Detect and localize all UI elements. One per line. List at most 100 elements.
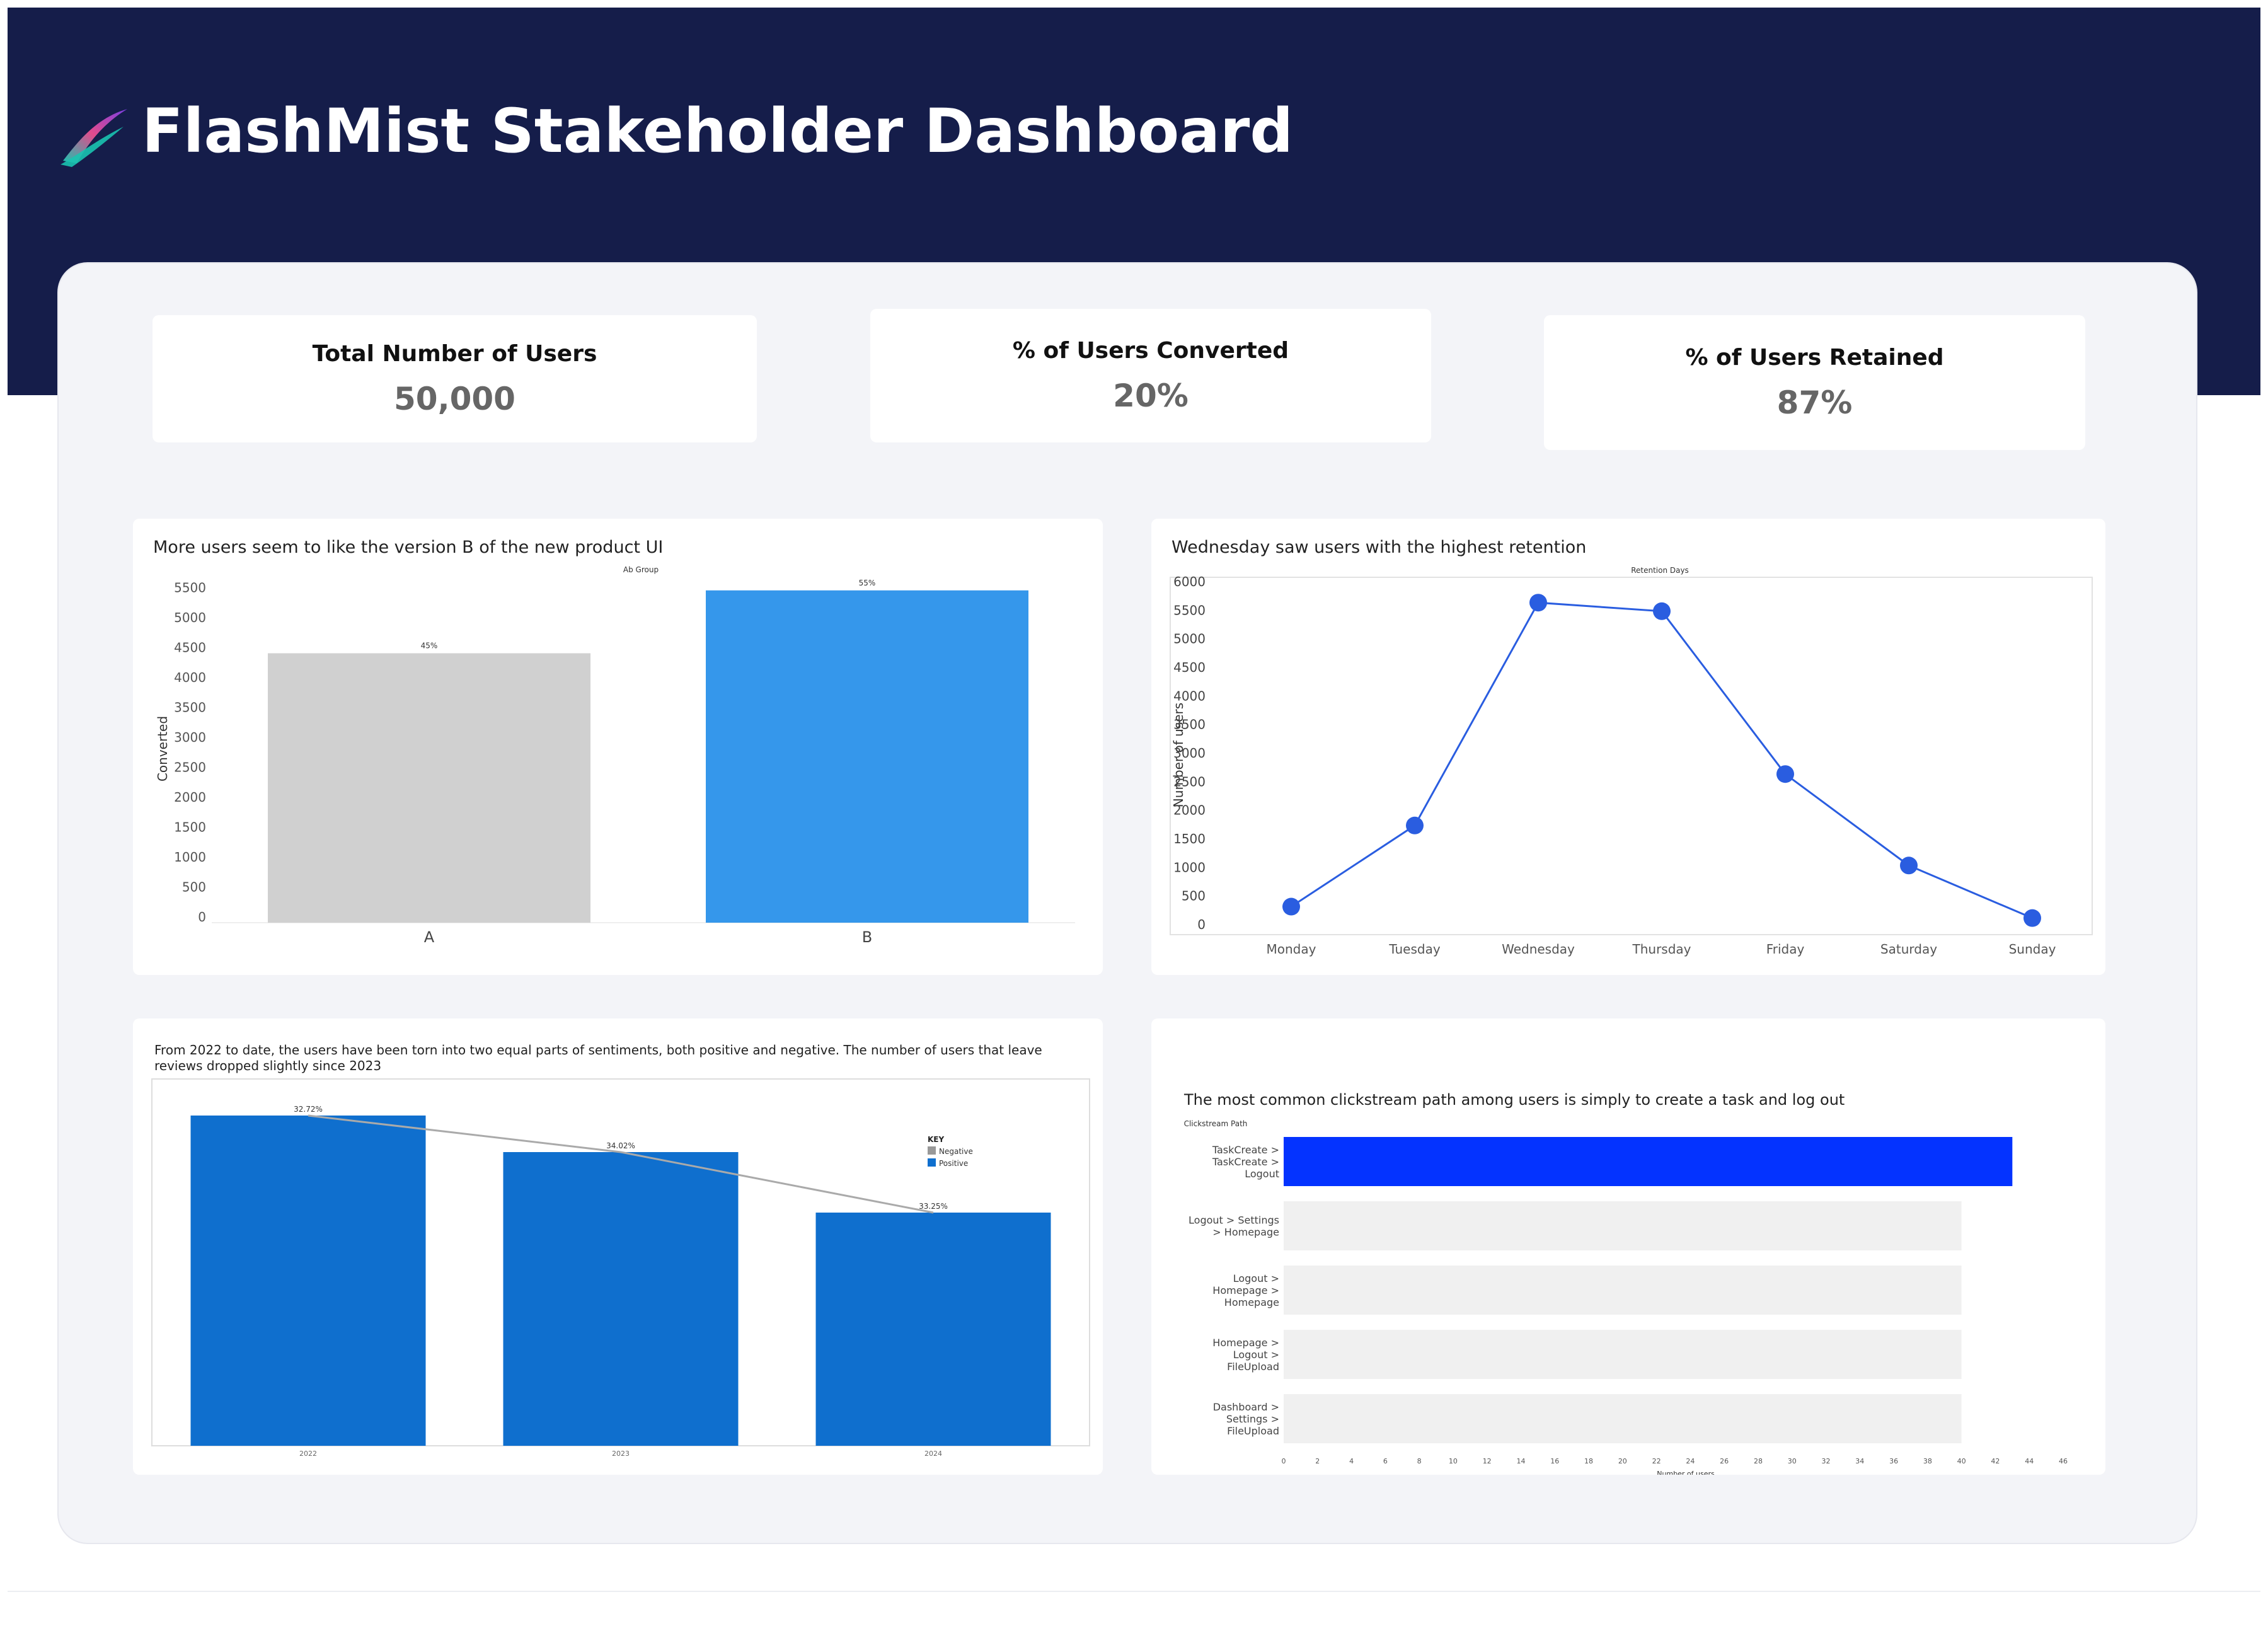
legend-swatch-positive	[928, 1158, 936, 1167]
legend-label-negative: Negative	[939, 1147, 973, 1156]
x-tick-label: 16	[1550, 1457, 1559, 1465]
y-tick-label: 5000	[174, 610, 206, 625]
kpi-label: % of Users Retained	[1685, 344, 1944, 371]
x-tick-label: 46	[2059, 1457, 2068, 1465]
y-tick-label: Homepage >	[1212, 1284, 1279, 1296]
bar-2022	[190, 1116, 426, 1446]
y-tick-label: Homepage	[1224, 1296, 1279, 1308]
chart-legend: KEY Negative Positive	[928, 1135, 973, 1168]
x-tick-label: 38	[1923, 1457, 1932, 1465]
y-tick-label: TaskCreate >	[1212, 1144, 1279, 1156]
y-tick-label: Dashboard >	[1213, 1401, 1279, 1413]
x-tick-label: Thursday	[1632, 942, 1691, 957]
x-tick-label: A	[424, 928, 435, 946]
data-point-tuesday	[1406, 816, 1424, 834]
bar-2023	[503, 1152, 739, 1446]
retention-series-line	[1291, 601, 2033, 920]
x-tick-label: Sunday	[2009, 942, 2056, 957]
kpi-value: 20%	[1113, 377, 1189, 414]
x-tick-label: 12	[1483, 1457, 1492, 1465]
data-point-saturday	[1900, 856, 1918, 875]
x-tick-label: Friday	[1766, 942, 1805, 957]
y-tick-label: 1000	[174, 850, 206, 865]
clickstream-bar-chart: Clickstream Path TaskCreate >TaskCreate …	[1184, 1119, 2068, 1475]
x-tick-label: 22	[1652, 1457, 1661, 1465]
y-tick-label: 500	[1182, 889, 1206, 904]
data-point-monday	[1282, 897, 1300, 916]
x-tick-label: Saturday	[1880, 942, 1937, 957]
y-tick-label: Logout > Settings	[1189, 1214, 1279, 1226]
x-tick-label: 14	[1516, 1457, 1525, 1465]
y-tick-label: 2000	[174, 790, 206, 805]
y-tick-label: 3000	[174, 730, 206, 745]
bar-A	[268, 653, 590, 923]
x-tick-label: 8	[1417, 1457, 1422, 1465]
x-tick-label: 24	[1686, 1457, 1695, 1465]
x-tick-label: 40	[1957, 1457, 1966, 1465]
x-tick-label: 44	[2025, 1457, 2034, 1465]
x-tick-label: 28	[1754, 1457, 1763, 1465]
y-tick-label: 0	[198, 909, 206, 925]
y-tick-label: TaskCreate >	[1212, 1156, 1279, 1168]
y-tick-label: Settings >	[1226, 1413, 1279, 1425]
legend-title: KEY	[928, 1135, 944, 1144]
y-tick-label: 5500	[1173, 603, 1206, 618]
y-tick-label: 5500	[174, 580, 206, 596]
x-tick-label: 6	[1383, 1457, 1388, 1465]
x-tick-label: Wednesday	[1502, 942, 1575, 957]
kpi-total-users: Total Number of Users 50,000	[153, 315, 757, 442]
kpi-value: 87%	[1776, 384, 1853, 421]
y-tick-label: 5000	[1173, 632, 1206, 647]
kpi-label: Total Number of Users	[312, 340, 597, 367]
x-tick-label: 20	[1618, 1457, 1627, 1465]
y-tick-label: 6000	[1173, 574, 1206, 589]
data-point-wednesday	[1529, 594, 1547, 612]
y-tick-label: 1500	[174, 820, 206, 835]
clickstream-chart-card: The most common clickstream path among u…	[1151, 1018, 2105, 1475]
y-tick-label: 1000	[1173, 860, 1206, 875]
flashmist-swoosh-icon	[60, 109, 127, 167]
y-tick-label: 4500	[174, 640, 206, 655]
y-tick-label: 500	[182, 880, 206, 895]
legend-label-positive: Positive	[939, 1159, 968, 1168]
bar-path-2	[1284, 1201, 1962, 1250]
x-tick-label: 36	[1889, 1457, 1898, 1465]
bar-path-5	[1284, 1394, 1962, 1443]
x-tick-label: Monday	[1267, 942, 1316, 957]
page-title: FlashMist Stakeholder Dashboard	[142, 96, 1294, 166]
x-tick-label: 30	[1788, 1457, 1797, 1465]
retention-chart-card: Wednesday saw users with the highest ret…	[1151, 519, 2105, 975]
kpi-users-retained: % of Users Retained 87%	[1544, 315, 2085, 450]
y-tick-label: Logout >	[1233, 1272, 1279, 1284]
data-point-friday	[1776, 765, 1794, 783]
ab-test-bar-chart: Ab Group Converted 0 500 1000 1500 2000 2500 3…	[155, 565, 1075, 946]
y-tick-label: Logout >	[1233, 1349, 1279, 1361]
x-tick-label: 42	[1991, 1457, 2000, 1465]
bar-2024	[815, 1213, 1051, 1446]
x-tick-label: B	[862, 928, 872, 946]
bar-path-3	[1284, 1266, 1962, 1315]
y-tick-label: 3500	[1173, 717, 1206, 732]
sentiment-chart-card: From 2022 to date, the users have been t…	[133, 1018, 1103, 1475]
x-tick-label: 2	[1315, 1457, 1320, 1465]
sentiment-bar-chart: 32.72% 2022 34.02% 2023 33.25% 2024 KEY Negat…	[151, 1078, 1090, 1458]
y-tick-label: 4500	[1173, 660, 1206, 675]
x-tick-label: 2022	[299, 1450, 317, 1458]
y-tick-label: 2500	[1173, 774, 1206, 789]
y-tick-label: FileUpload	[1227, 1425, 1279, 1437]
x-tick-label: 34	[1855, 1457, 1864, 1465]
data-point-thursday	[1653, 602, 1671, 620]
bar-B	[706, 590, 1028, 923]
x-tick-label: 26	[1720, 1457, 1729, 1465]
x-tick-label: 0	[1282, 1457, 1286, 1465]
y-tick-label: 3000	[1173, 746, 1206, 761]
legend-swatch-negative	[928, 1146, 936, 1155]
x-tick-label: 2023	[612, 1450, 630, 1458]
x-tick-label: 4	[1349, 1457, 1354, 1465]
bar-data-label: 55%	[859, 579, 876, 587]
y-tick-label: 2500	[174, 760, 206, 775]
plot-area	[1170, 577, 2093, 935]
y-tick-label: Homepage >	[1212, 1337, 1279, 1349]
ab-test-chart-card: More users seem to like the version B of…	[133, 519, 1103, 975]
divider	[8, 1591, 2260, 1592]
